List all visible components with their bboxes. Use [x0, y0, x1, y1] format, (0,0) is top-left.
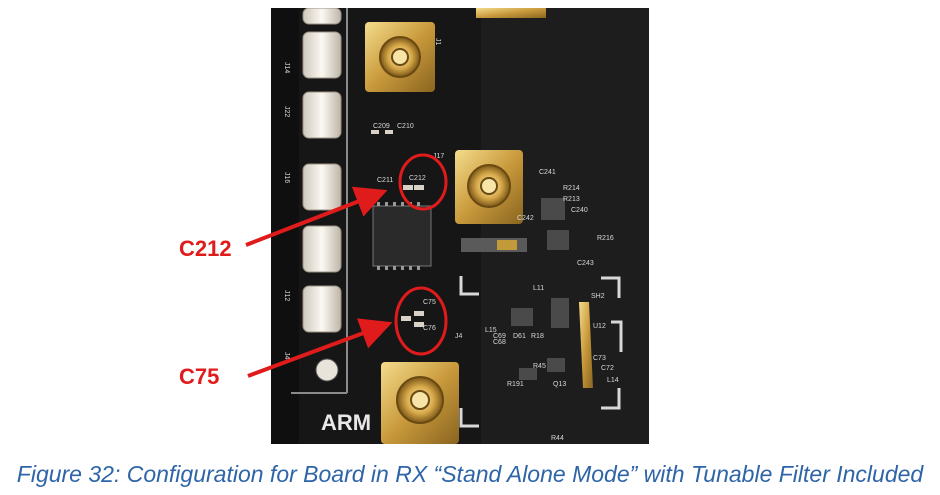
- c212-arrow: [245, 186, 388, 247]
- callout-c75-label: C75: [179, 364, 220, 389]
- c75-arrow: [247, 318, 393, 378]
- callout-c212-label: C212: [179, 236, 232, 261]
- callout-arrows: [245, 186, 393, 378]
- figure-caption: Figure 32: Configuration for Board in RX…: [16, 461, 924, 487]
